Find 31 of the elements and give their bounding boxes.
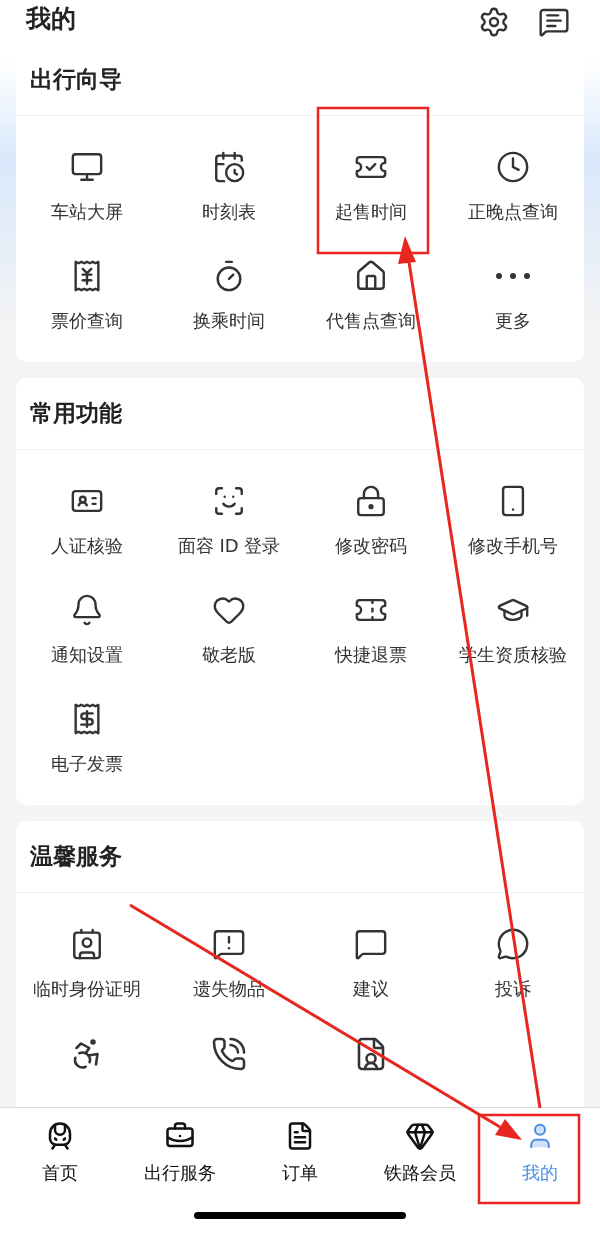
- message-icon: [495, 926, 531, 961]
- feature-item[interactable]: 电子发票: [16, 701, 158, 777]
- feature-item[interactable]: 快捷退票: [300, 592, 442, 668]
- feature-item[interactable]: 更多: [442, 258, 584, 334]
- feature-item[interactable]: 换乘时间: [158, 258, 300, 334]
- section-title: 出行向导: [30, 64, 122, 94]
- settings-icon[interactable]: [478, 5, 510, 38]
- feature-item[interactable]: 车站大屏: [16, 149, 158, 225]
- feature-item[interactable]: 通知设置: [16, 592, 158, 668]
- section-title: 温馨服务: [30, 841, 122, 871]
- tab[interactable]: 首页: [0, 1120, 120, 1186]
- feature-item[interactable]: 人证核验: [16, 483, 158, 559]
- feature-item[interactable]: 起售时间: [300, 149, 442, 225]
- feature-item[interactable]: 票价查询: [16, 258, 158, 334]
- clock-icon: [495, 149, 531, 184]
- feature-item[interactable]: 正晚点查询: [442, 149, 584, 225]
- feature-item[interactable]: 建议: [300, 926, 442, 1002]
- feature-item[interactable]: 面容 ID 登录: [158, 483, 300, 559]
- feature-item[interactable]: 敬老版: [158, 592, 300, 668]
- phone-call-icon: [211, 1035, 247, 1072]
- more-icon: [496, 272, 530, 279]
- tab[interactable]: 铁路会员: [360, 1120, 480, 1186]
- feature-item[interactable]: 时刻表: [158, 149, 300, 225]
- page-title: 我的: [26, 3, 76, 35]
- tab[interactable]: 出行服务: [120, 1120, 240, 1186]
- section-title: 常用功能: [30, 398, 122, 428]
- feature-item[interactable]: 修改手机号: [442, 483, 584, 559]
- tab[interactable]: 订单: [240, 1120, 360, 1186]
- feature-item[interactable]: 临时身份证明: [16, 926, 158, 1002]
- feature-item[interactable]: 修改密码: [300, 483, 442, 559]
- feature-item[interactable]: 代售点查询: [300, 258, 442, 334]
